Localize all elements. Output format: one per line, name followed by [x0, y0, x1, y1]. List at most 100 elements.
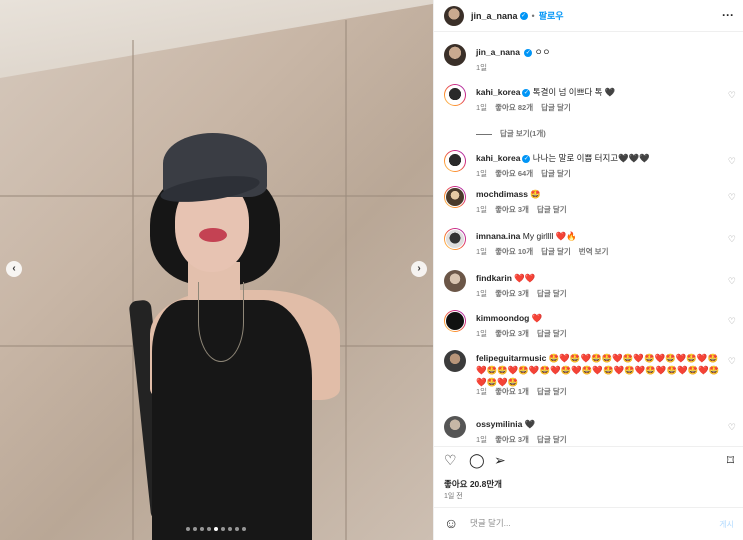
translate-button[interactable]: 번역 보기 [579, 247, 609, 256]
comment-likes[interactable]: 좋아요 3개 [495, 329, 529, 338]
follow-button[interactable]: 팔로우 [539, 9, 564, 22]
reply-button[interactable]: 답글 달기 [537, 329, 567, 338]
comment-like-icon[interactable]: ♡ [728, 234, 736, 245]
comment-like-icon[interactable]: ♡ [728, 422, 736, 433]
comment-time: 1일 [476, 247, 488, 256]
carousel-dot [214, 527, 218, 531]
comment-avatar[interactable] [445, 229, 465, 249]
comment-avatar[interactable] [445, 311, 465, 331]
post-comment-button[interactable]: 게시 [719, 519, 734, 530]
comment-avatar[interactable] [444, 416, 466, 438]
comment-avatar-ring[interactable] [444, 310, 466, 332]
verified-icon: ✓ [519, 11, 528, 20]
carousel-dot [186, 527, 190, 531]
comment-emoji: 🖤 [524, 419, 536, 429]
comment-username[interactable]: kahi_korea [476, 153, 520, 163]
heart-icon[interactable]: ♡ [444, 453, 457, 467]
comment-like-icon[interactable]: ♡ [728, 156, 736, 167]
comment-like-icon[interactable]: ♡ [728, 192, 736, 203]
comment-avatar[interactable] [445, 187, 465, 207]
reply-button[interactable]: 답글 달기 [537, 435, 567, 444]
comment-time: 1일 [476, 103, 488, 112]
view-replies-label: 답글 보기(1개) [500, 129, 546, 138]
reply-button[interactable]: 답글 달기 [541, 247, 571, 256]
carousel-dot [193, 527, 197, 531]
comment-text: 나나는 말로 이쁨 터지고 [532, 153, 619, 163]
comment-time: 1일 [476, 289, 488, 298]
comment-avatar[interactable] [445, 85, 465, 105]
carousel-dot [235, 527, 239, 531]
comment-username[interactable]: kimmoondog [476, 313, 529, 323]
comment-likes[interactable]: 좋아요 1개 [495, 387, 529, 396]
share-icon[interactable]: ➢ [494, 453, 506, 467]
carousel-indicator [186, 527, 246, 531]
bookmark-icon[interactable]: ⌑ [727, 453, 734, 467]
comment-avatar-ring[interactable] [444, 84, 466, 106]
more-options-icon[interactable]: ··· [722, 9, 734, 21]
wall-seam [345, 20, 347, 540]
comment-like-icon[interactable]: ♡ [728, 276, 736, 287]
reply-button[interactable]: 답글 달기 [541, 169, 571, 178]
necklace [198, 282, 244, 362]
prev-image-button[interactable]: ‹ [6, 261, 22, 277]
comment-avatar[interactable] [444, 350, 466, 372]
caption-username[interactable]: jin_a_nana [476, 47, 520, 57]
comment-time: 1일 [476, 169, 488, 178]
comment-input[interactable] [470, 518, 690, 528]
comment-username[interactable]: mochdimass [476, 189, 528, 199]
emoji-icon[interactable]: ☺ [444, 516, 458, 530]
comment-like-icon[interactable]: ♡ [728, 316, 736, 327]
author-username[interactable]: jin_a_nana [471, 11, 518, 21]
comment-username[interactable]: felipeguitarmusic [476, 353, 546, 363]
separator: • [531, 10, 535, 21]
author-avatar[interactable] [444, 44, 466, 66]
reply-button[interactable]: 답글 달기 [537, 289, 567, 298]
comment-avatar-ring[interactable] [444, 228, 466, 250]
comment-likes[interactable]: 좋아요 10개 [495, 247, 533, 256]
verified-icon: ✓ [524, 48, 533, 57]
carousel-dot [207, 527, 211, 531]
post-header: jin_a_nana ✓ • 팔로우 ··· [434, 0, 743, 32]
reply-line [476, 133, 492, 135]
comment-emoji: ❤️❤️ [514, 273, 536, 283]
comment-username[interactable]: imnana.ina [476, 231, 520, 241]
comment-time: 1일 [476, 205, 488, 214]
comment-likes[interactable]: 좋아요 3개 [495, 435, 529, 444]
post-sidebar: jin_a_nana ✓ • 팔로우 ··· jin_a_nana ✓ ㅇㅇ 1… [433, 0, 743, 540]
comment-username[interactable]: kahi_korea [476, 87, 520, 97]
carousel-dot [242, 527, 246, 531]
comment-composer: ☺ 게시 [434, 507, 743, 540]
wall-seam [132, 40, 134, 540]
comment-emoji: 🤩 [530, 189, 541, 199]
comments-list[interactable]: jin_a_nana ✓ ㅇㅇ 1일 kahi_korea ✓ 톡결이 넘 이쁘다… [434, 38, 743, 446]
comment-likes[interactable]: 좋아요 82개 [495, 103, 533, 112]
carousel-dot [221, 527, 225, 531]
comment-time: 1일 [476, 387, 488, 396]
author-avatar[interactable] [444, 5, 464, 26]
comment-avatar[interactable] [445, 151, 465, 171]
comment-likes[interactable]: 좋아요 3개 [495, 289, 529, 298]
comment-text: My girllll [522, 231, 556, 241]
action-bar: ♡ ◯ ➢ ⌑ [434, 446, 743, 474]
comment-avatar[interactable] [444, 270, 466, 292]
comment-username[interactable]: ossymilinia [476, 419, 522, 429]
comment-like-icon[interactable]: ♡ [728, 90, 736, 101]
reply-button[interactable]: 답글 달기 [537, 205, 567, 214]
post-photo[interactable]: ‹ › [0, 0, 433, 540]
comment-icon[interactable]: ◯ [469, 453, 485, 467]
next-image-button[interactable]: › [411, 261, 427, 277]
comment-like-icon[interactable]: ♡ [728, 356, 736, 367]
reply-button[interactable]: 답글 달기 [541, 103, 571, 112]
comment-username[interactable]: findkarin [476, 273, 512, 283]
comment-avatar-ring[interactable] [444, 150, 466, 172]
comment-avatar-ring[interactable] [444, 186, 466, 208]
like-count[interactable]: 좋아요 20.8만개 [444, 478, 502, 490]
comment-likes[interactable]: 좋아요 64개 [495, 169, 533, 178]
caption-text: ㅇㅇ [534, 47, 551, 57]
reply-button[interactable]: 답글 달기 [537, 387, 567, 396]
view-replies-button[interactable]: 답글 보기(1개) [476, 128, 546, 139]
comment-time: 1일 [476, 435, 488, 444]
ceiling [0, 0, 433, 78]
comment-likes[interactable]: 좋아요 3개 [495, 205, 529, 214]
comment-text: 톡결이 넘 이쁘다 톡 [532, 87, 605, 97]
